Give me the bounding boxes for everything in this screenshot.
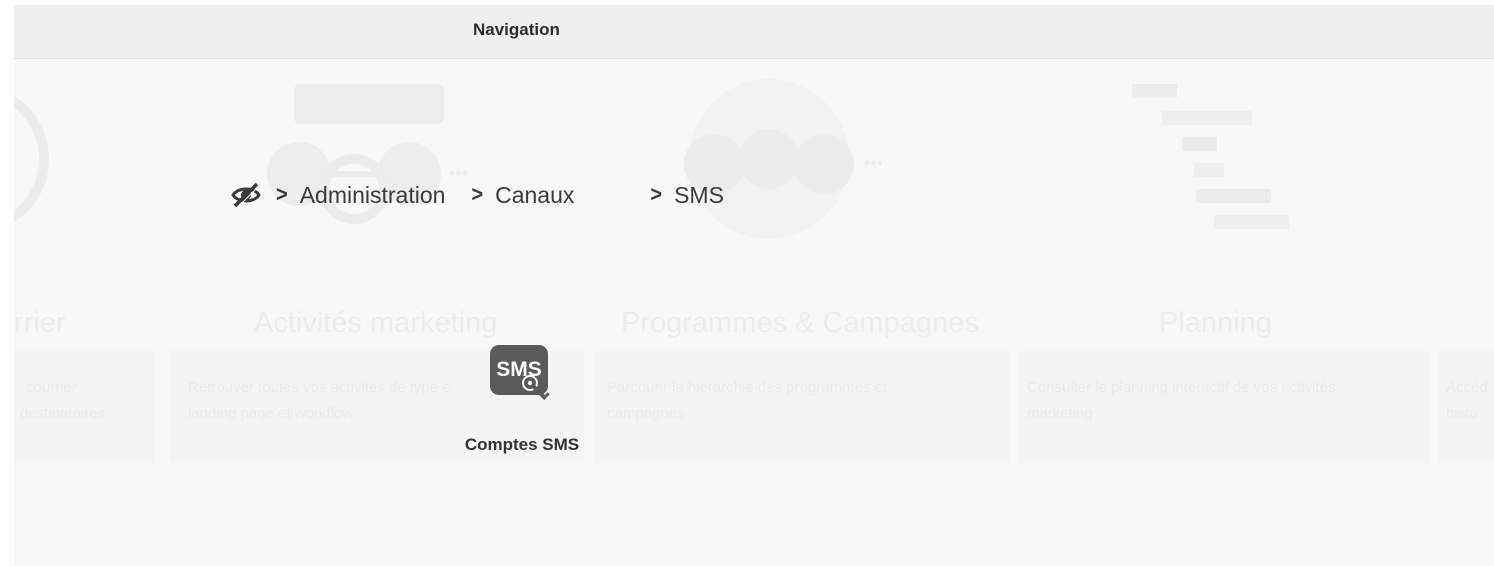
navigation-panel: Navigation ••• ••• rrier Activités marke… <box>14 5 1494 566</box>
background-card-description: courrier destinataires <box>20 379 106 422</box>
faded-planning-illustration <box>1132 84 1289 229</box>
chevron-right-icon: > <box>650 182 663 207</box>
breadcrumb-crumb-sms[interactable]: > SMS <box>650 182 724 209</box>
background-card-title: rrier <box>14 307 66 339</box>
background-card-title: Planning <box>1159 307 1272 339</box>
breadcrumb-item-sms[interactable]: SMS <box>674 182 724 209</box>
header-title: Navigation <box>473 20 560 39</box>
background-card-description: Consulter le planning interactif de vos … <box>1027 379 1336 422</box>
breadcrumb: > Administration > Canaux > SMS <box>230 177 724 213</box>
faded-activity-illustration: ••• <box>267 84 468 224</box>
chevron-right-icon: > <box>471 182 484 207</box>
breadcrumb-item-canaux[interactable]: Canaux <box>495 182 574 209</box>
breadcrumb-crumb-canaux[interactable]: > Canaux <box>471 182 600 209</box>
svg-text:•••: ••• <box>864 153 883 173</box>
background-card-description: Accéd histo <box>1446 379 1488 422</box>
sms-key-icon: SMS <box>480 345 564 409</box>
breadcrumb-crumb-administration[interactable]: > Administration <box>276 182 471 209</box>
breadcrumb-item-administration[interactable]: Administration <box>300 182 446 209</box>
eye-slash-icon[interactable] <box>230 179 262 211</box>
background-card-description: Parcourir la hiérarchie des programmes e… <box>607 379 888 422</box>
faded-circle-illustration <box>14 95 49 223</box>
faded-program-illustration: ••• <box>684 79 883 239</box>
background-card-title: Programmes & Campagnes <box>621 307 979 339</box>
background-cards: ••• ••• rrier Activités marketing Progra… <box>14 59 1494 566</box>
chevron-right-icon: > <box>276 182 288 207</box>
sms-accounts-label[interactable]: Comptes SMS <box>465 435 579 455</box>
background-card-title: Activités marketing <box>254 307 498 339</box>
sms-accounts-tile[interactable]: SMS Comptes SMS <box>447 345 597 475</box>
navigation-header: Navigation <box>14 5 1494 59</box>
